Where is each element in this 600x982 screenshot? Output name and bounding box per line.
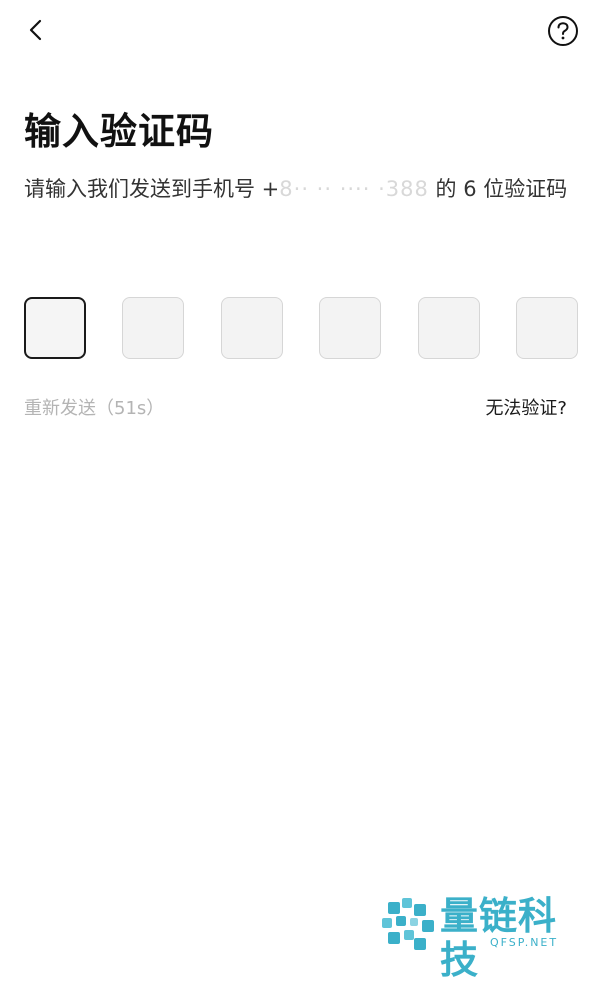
watermark-domain: QFSP.NET (490, 936, 559, 949)
page-title: 输入验证码 (24, 110, 214, 153)
watermark: 量链科技 QFSP.NET (380, 894, 594, 982)
code-digit-box-4[interactable] (319, 297, 382, 359)
question-circle-icon (547, 15, 579, 51)
masked-phone-number: 8·· ·· ···· ·388 (279, 177, 429, 201)
top-bar (0, 0, 600, 70)
watermark-logo-icon (380, 896, 436, 952)
code-digit-box-1[interactable] (24, 297, 86, 359)
resend-countdown: 重新发送（51s） (24, 398, 165, 419)
code-digit-box-3[interactable] (220, 297, 283, 359)
subtitle-suffix: 的 6 位验证码 (435, 177, 568, 201)
subtitle: 请输入我们发送到手机号 +8·· ·· ···· ·388 的 6 位验证码 (24, 166, 576, 213)
verification-code-input (24, 297, 578, 361)
back-button[interactable] (18, 14, 54, 50)
subtitle-prefix: 请输入我们发送到手机号 + (24, 177, 280, 201)
code-digit-box-2[interactable] (122, 297, 185, 359)
code-digit-box-6[interactable] (515, 297, 578, 359)
code-digit-box-5[interactable] (417, 297, 480, 359)
cannot-verify-link[interactable]: 无法验证? (485, 396, 567, 422)
help-button[interactable] (546, 16, 580, 50)
chevron-left-icon (26, 18, 46, 46)
